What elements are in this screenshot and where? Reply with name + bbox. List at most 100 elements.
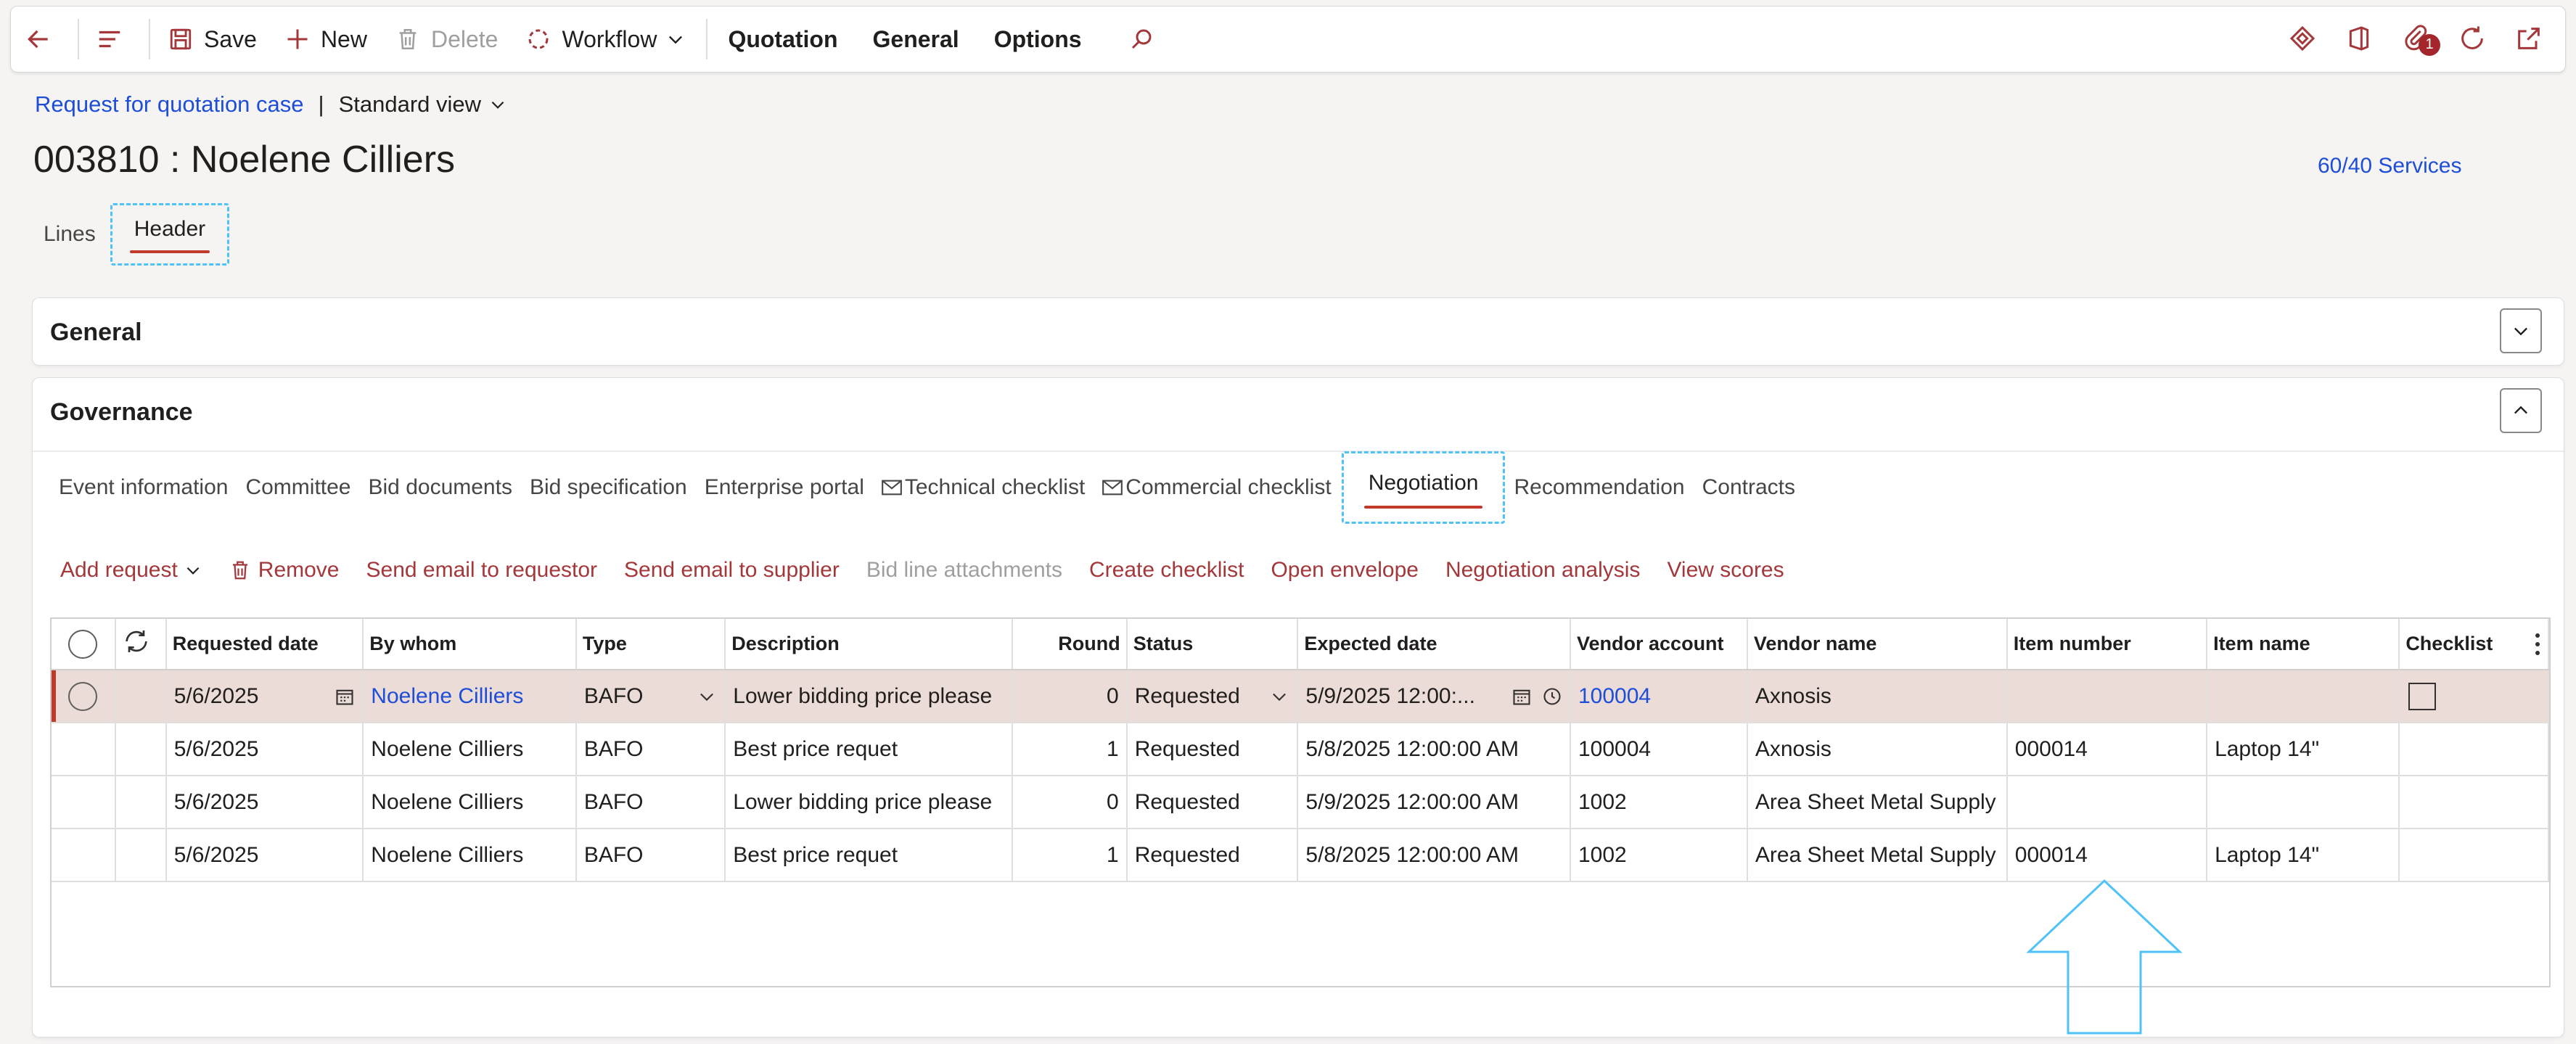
tab-technical-checklist[interactable]: Technical checklist	[881, 475, 1102, 500]
tab-recommendation[interactable]: Recommendation	[1514, 475, 1702, 500]
chevron-down-icon[interactable]	[1269, 686, 1289, 707]
cell-description[interactable]: Lower bidding price please	[725, 670, 1014, 723]
table-row[interactable]: 5/6/2025 Noelene Cilliers BAFO Lower bid…	[52, 776, 2549, 829]
cell-type[interactable]: BAFO	[575, 723, 726, 776]
cell-status[interactable]: Requested	[1126, 829, 1299, 882]
col-status[interactable]: Status	[1126, 619, 1299, 670]
cell-round[interactable]: 0	[1012, 776, 1128, 829]
table-row[interactable]: 5/6/2025 Noelene Cilliers BAFO Best pric…	[52, 723, 2549, 776]
options-tab[interactable]: Options	[977, 26, 1099, 53]
row-select[interactable]	[52, 723, 116, 776]
cell-description[interactable]: Lower bidding price please	[725, 776, 1014, 829]
add-request-button[interactable]: Add request	[60, 558, 202, 583]
governance-fasttab-header[interactable]: Governance	[33, 378, 2564, 446]
cell-item-name[interactable]	[2207, 670, 2400, 723]
general-fasttab-header[interactable]: General	[33, 298, 2564, 366]
cell-round[interactable]: 1	[1012, 829, 1128, 882]
cell-requested-date[interactable]: 5/6/2025	[165, 776, 364, 829]
col-round[interactable]: Round	[1012, 619, 1128, 670]
tab-committee[interactable]: Committee	[245, 475, 368, 500]
cell-checklist[interactable]	[2399, 829, 2549, 882]
cell-expected-date[interactable]: 5/8/2025 12:00:00 AM	[1297, 829, 1571, 882]
clock-icon[interactable]	[1542, 686, 1562, 707]
tab-enterprise-portal[interactable]: Enterprise portal	[705, 475, 882, 500]
cell-requested-date[interactable]: 5/6/2025	[165, 723, 364, 776]
cell-vendor-name[interactable]: Area Sheet Metal Supply	[1747, 776, 2008, 829]
cell-by-whom[interactable]: Noelene Cilliers	[363, 670, 577, 723]
menu-button[interactable]	[82, 6, 146, 73]
cell-type[interactable]: BAFO	[575, 670, 726, 723]
tab-contracts[interactable]: Contracts	[1702, 475, 1813, 500]
cell-by-whom[interactable]: Noelene Cilliers	[363, 829, 577, 882]
negotiation-analysis-button[interactable]: Negotiation analysis	[1445, 558, 1641, 583]
send-email-supplier-button[interactable]: Send email to supplier	[624, 558, 840, 583]
company-link[interactable]: 60/40 Services	[2318, 154, 2461, 178]
cell-item-name[interactable]: Laptop 14"	[2207, 829, 2400, 882]
calendar-icon[interactable]	[335, 686, 355, 707]
remove-button[interactable]: Remove	[229, 558, 340, 583]
cell-status[interactable]: Requested	[1126, 723, 1299, 776]
row-select[interactable]	[52, 670, 116, 723]
back-button[interactable]	[11, 6, 75, 73]
cell-round[interactable]: 0	[1012, 670, 1128, 723]
cell-checklist[interactable]	[2399, 670, 2549, 723]
cell-requested-date[interactable]: 5/6/2025	[165, 670, 364, 723]
power-apps-icon[interactable]	[2288, 24, 2317, 57]
create-checklist-button[interactable]: Create checklist	[1089, 558, 1244, 583]
more-options-icon[interactable]	[2533, 631, 2542, 657]
col-expected-date[interactable]: Expected date	[1297, 619, 1571, 670]
col-vendor-account[interactable]: Vendor account	[1570, 619, 1748, 670]
delete-button[interactable]: Delete	[380, 6, 512, 73]
tab-bid-specification[interactable]: Bid specification	[530, 475, 705, 500]
tab-header[interactable]: Header	[110, 203, 230, 266]
row-select-radio[interactable]	[68, 681, 98, 711]
tab-lines[interactable]: Lines	[29, 209, 110, 260]
cell-expected-date[interactable]: 5/9/2025 12:00:00 AM	[1297, 776, 1571, 829]
workflow-button[interactable]: Workflow	[511, 6, 703, 73]
save-button[interactable]: Save	[153, 6, 270, 73]
cell-vendor-name[interactable]: Area Sheet Metal Supply	[1747, 829, 2008, 882]
select-all-header[interactable]	[52, 619, 116, 670]
cell-requested-date[interactable]: 5/6/2025	[165, 829, 364, 882]
tab-negotiation[interactable]: Negotiation	[1341, 451, 1506, 524]
table-row[interactable]: 5/6/2025 Noelene Cilliers BAFO Lower bid…	[52, 670, 2549, 723]
cell-vendor-account[interactable]: 100004	[1570, 670, 1748, 723]
cell-item-number[interactable]	[2006, 670, 2208, 723]
cell-by-whom[interactable]: Noelene Cilliers	[363, 723, 577, 776]
view-scores-button[interactable]: View scores	[1667, 558, 1784, 583]
chevron-down-icon[interactable]	[697, 686, 717, 707]
general-tab[interactable]: General	[856, 26, 977, 53]
open-envelope-button[interactable]: Open envelope	[1271, 558, 1419, 583]
new-button[interactable]: New	[270, 6, 380, 73]
cell-checklist[interactable]	[2399, 723, 2549, 776]
office-icon[interactable]	[2345, 24, 2374, 57]
cell-item-name[interactable]: Laptop 14"	[2207, 723, 2400, 776]
calendar-icon[interactable]	[1511, 686, 1532, 707]
cell-item-number[interactable]: 000014	[2006, 723, 2208, 776]
cell-type[interactable]: BAFO	[575, 829, 726, 882]
cell-status[interactable]: Requested	[1126, 776, 1299, 829]
view-selector[interactable]: Standard view	[339, 91, 507, 118]
tab-event-information[interactable]: Event information	[59, 475, 245, 500]
select-all-radio[interactable]	[68, 629, 98, 659]
cell-vendor-name[interactable]: Axnosis	[1747, 670, 2008, 723]
row-select[interactable]	[52, 829, 116, 882]
col-requested-date[interactable]: Requested date	[165, 619, 364, 670]
checklist-checkbox[interactable]	[2408, 682, 2437, 710]
cell-description[interactable]: Best price requet	[725, 829, 1014, 882]
cell-status[interactable]: Requested	[1126, 670, 1299, 723]
col-vendor-name[interactable]: Vendor name	[1747, 619, 2008, 670]
cell-vendor-account[interactable]: 1002	[1570, 776, 1748, 829]
cell-expected-date[interactable]: 5/8/2025 12:00:00 AM	[1297, 723, 1571, 776]
col-type[interactable]: Type	[575, 619, 726, 670]
cell-type[interactable]: BAFO	[575, 776, 726, 829]
bid-line-attachments-button[interactable]: Bid line attachments	[866, 558, 1062, 583]
tab-bid-documents[interactable]: Bid documents	[369, 475, 530, 500]
tab-commercial-checklist[interactable]: Commercial checklist	[1102, 475, 1348, 500]
col-item-name[interactable]: Item name	[2207, 619, 2400, 670]
cell-vendor-account[interactable]: 100004	[1570, 723, 1748, 776]
cell-vendor-account[interactable]: 1002	[1570, 829, 1748, 882]
collapse-button[interactable]	[2500, 388, 2542, 433]
expand-button[interactable]	[2500, 308, 2542, 353]
col-item-number[interactable]: Item number	[2006, 619, 2208, 670]
